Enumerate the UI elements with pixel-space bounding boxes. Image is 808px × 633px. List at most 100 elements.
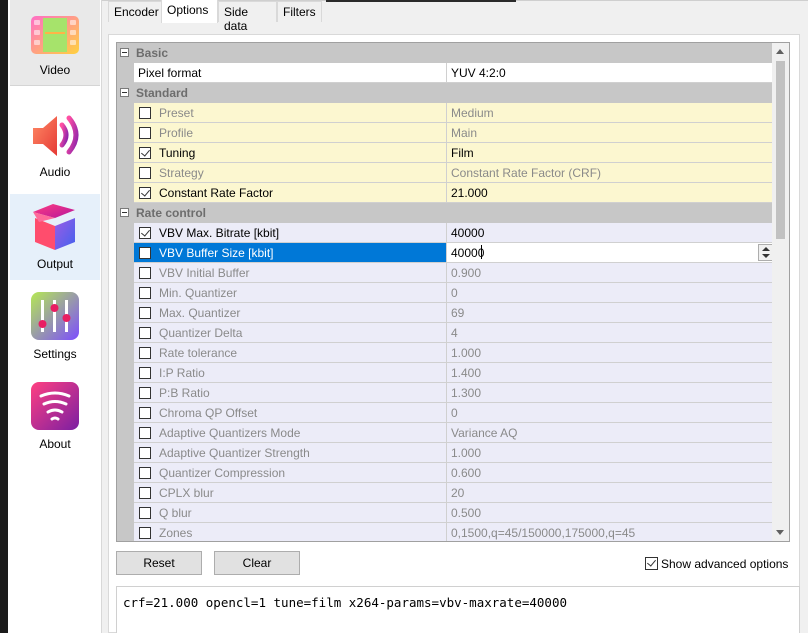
property-row[interactable]: Adaptive Quantizers Mode Variance AQ (117, 423, 774, 443)
property-enable-checkbox[interactable] (139, 527, 151, 539)
property-value-cell[interactable]: 0 (447, 403, 774, 423)
property-name-cell: Profile (134, 123, 447, 143)
property-row[interactable]: Chroma QP Offset 0 (117, 403, 774, 423)
property-value-cell[interactable]: 0 (447, 283, 774, 303)
property-enable-checkbox[interactable] (139, 507, 151, 519)
property-row[interactable]: Constant Rate Factor 21.000 (117, 183, 774, 203)
property-value-cell[interactable]: 40000 (447, 243, 774, 263)
reset-button[interactable]: Reset (116, 551, 202, 575)
property-row[interactable]: P:B Ratio 1.300 (117, 383, 774, 403)
property-enable-checkbox[interactable] (139, 387, 151, 399)
property-row[interactable]: Max. Quantizer 69 (117, 303, 774, 323)
property-grid[interactable]: Basic Pixel format YUV 4:2:0 Standard Pr… (116, 42, 790, 542)
row-gutter (117, 403, 134, 423)
property-value-cell[interactable]: 4 (447, 323, 774, 343)
property-value-cell[interactable]: 0,1500,q=45/150000,175000,q=45 (447, 523, 774, 541)
value-spinner[interactable] (758, 244, 773, 261)
property-value-cell[interactable]: YUV 4:2:0 (447, 63, 774, 83)
property-enable-checkbox[interactable] (139, 427, 151, 439)
property-value-cell[interactable]: 1.000 (447, 343, 774, 363)
property-value-cell[interactable]: Film (447, 143, 774, 163)
property-value-cell[interactable]: 1.300 (447, 383, 774, 403)
property-name-cell: VBV Initial Buffer (134, 263, 447, 283)
property-value-cell[interactable]: 1.400 (447, 363, 774, 383)
sidebar-item-label: Output (36, 257, 74, 271)
checkbox[interactable] (645, 557, 658, 570)
property-row[interactable]: Zones 0,1500,q=45/150000,175000,q=45 (117, 523, 774, 541)
property-value-cell[interactable]: Medium (447, 103, 774, 123)
property-enable-checkbox[interactable] (139, 367, 151, 379)
property-row[interactable]: VBV Buffer Size [kbit] 40000 (117, 243, 774, 263)
scroll-down-arrow-icon[interactable] (776, 530, 784, 535)
property-enable-checkbox[interactable] (139, 167, 151, 179)
property-row[interactable]: CPLX blur 20 (117, 483, 774, 503)
tab-side-data[interactable]: Side data (218, 1, 277, 33)
property-name-cell: Q blur (134, 503, 447, 523)
property-row[interactable]: Rate tolerance 1.000 (117, 343, 774, 363)
property-row[interactable]: I:P Ratio 1.400 (117, 363, 774, 383)
property-value-cell[interactable]: 40000 (447, 223, 774, 243)
property-enable-checkbox[interactable] (139, 467, 151, 479)
property-row[interactable]: Tuning Film (117, 143, 774, 163)
property-value-cell[interactable]: Main (447, 123, 774, 143)
property-value-cell[interactable]: 21.000 (447, 183, 774, 203)
collapse-icon[interactable] (120, 48, 129, 57)
property-enable-checkbox[interactable] (139, 267, 151, 279)
property-row[interactable]: Quantizer Compression 0.600 (117, 463, 774, 483)
property-row[interactable]: Adaptive Quantizer Strength 1.000 (117, 443, 774, 463)
spin-up-icon[interactable] (762, 247, 770, 251)
property-value-cell[interactable]: Constant Rate Factor (CRF) (447, 163, 774, 183)
property-enable-checkbox[interactable] (139, 347, 151, 359)
tab-filters[interactable]: Filters (277, 1, 322, 22)
property-value-cell[interactable]: 20 (447, 483, 774, 503)
property-value-cell[interactable]: 0.600 (447, 463, 774, 483)
property-row[interactable]: Pixel format YUV 4:2:0 (117, 63, 774, 83)
property-name: VBV Buffer Size [kbit] (159, 246, 274, 260)
property-row[interactable]: Min. Quantizer 0 (117, 283, 774, 303)
property-enable-checkbox[interactable] (139, 107, 151, 119)
property-enable-checkbox[interactable] (139, 307, 151, 319)
property-enable-checkbox[interactable] (139, 287, 151, 299)
command-line-box[interactable]: crf=21.000 opencl=1 tune=film x264-param… (116, 586, 800, 633)
scroll-up-arrow-icon[interactable] (776, 49, 784, 54)
property-enable-checkbox[interactable] (139, 227, 151, 239)
property-value-cell[interactable]: 69 (447, 303, 774, 323)
sidebar-item-video[interactable]: Video (10, 0, 100, 86)
scroll-thumb[interactable] (776, 61, 785, 239)
category-rate-control[interactable]: Rate control (117, 203, 774, 223)
property-enable-checkbox[interactable] (139, 487, 151, 499)
property-row[interactable]: Quantizer Delta 4 (117, 323, 774, 343)
property-value-cell[interactable]: 0.900 (447, 263, 774, 283)
property-enable-checkbox[interactable] (139, 407, 151, 419)
tab-options[interactable]: Options (161, 0, 218, 23)
property-row[interactable]: VBV Max. Bitrate [kbit] 40000 (117, 223, 774, 243)
sidebar-item-audio[interactable]: Audio (10, 102, 100, 188)
property-row[interactable]: VBV Initial Buffer 0.900 (117, 263, 774, 283)
spin-down-icon[interactable] (762, 254, 770, 258)
property-enable-checkbox[interactable] (139, 127, 151, 139)
collapse-icon[interactable] (120, 88, 129, 97)
clear-button[interactable]: Clear (214, 551, 300, 575)
property-row[interactable]: Preset Medium (117, 103, 774, 123)
property-enable-checkbox[interactable] (139, 247, 151, 259)
sidebar-item-settings[interactable]: Settings (10, 284, 100, 370)
property-enable-checkbox[interactable] (139, 187, 151, 199)
tab-encoder[interactable]: Encoder (108, 1, 162, 22)
property-enable-checkbox[interactable] (139, 447, 151, 459)
property-enable-checkbox[interactable] (139, 147, 151, 159)
property-value-cell[interactable]: 0.500 (447, 503, 774, 523)
property-value-cell[interactable]: 1.000 (447, 443, 774, 463)
sidebar-item-about[interactable]: About (10, 374, 100, 460)
collapse-icon[interactable] (120, 208, 129, 217)
property-value-cell[interactable]: Variance AQ (447, 423, 774, 443)
property-row[interactable]: Strategy Constant Rate Factor (CRF) (117, 163, 774, 183)
sliders-icon (31, 292, 79, 340)
category-standard[interactable]: Standard (117, 83, 774, 103)
property-enable-checkbox[interactable] (139, 327, 151, 339)
category-basic[interactable]: Basic (117, 43, 774, 63)
property-row[interactable]: Q blur 0.500 (117, 503, 774, 523)
property-name-cell: P:B Ratio (134, 383, 447, 403)
property-row[interactable]: Profile Main (117, 123, 774, 143)
sidebar-item-output[interactable]: Output (10, 194, 100, 280)
property-grid-scrollbar[interactable] (772, 43, 789, 541)
